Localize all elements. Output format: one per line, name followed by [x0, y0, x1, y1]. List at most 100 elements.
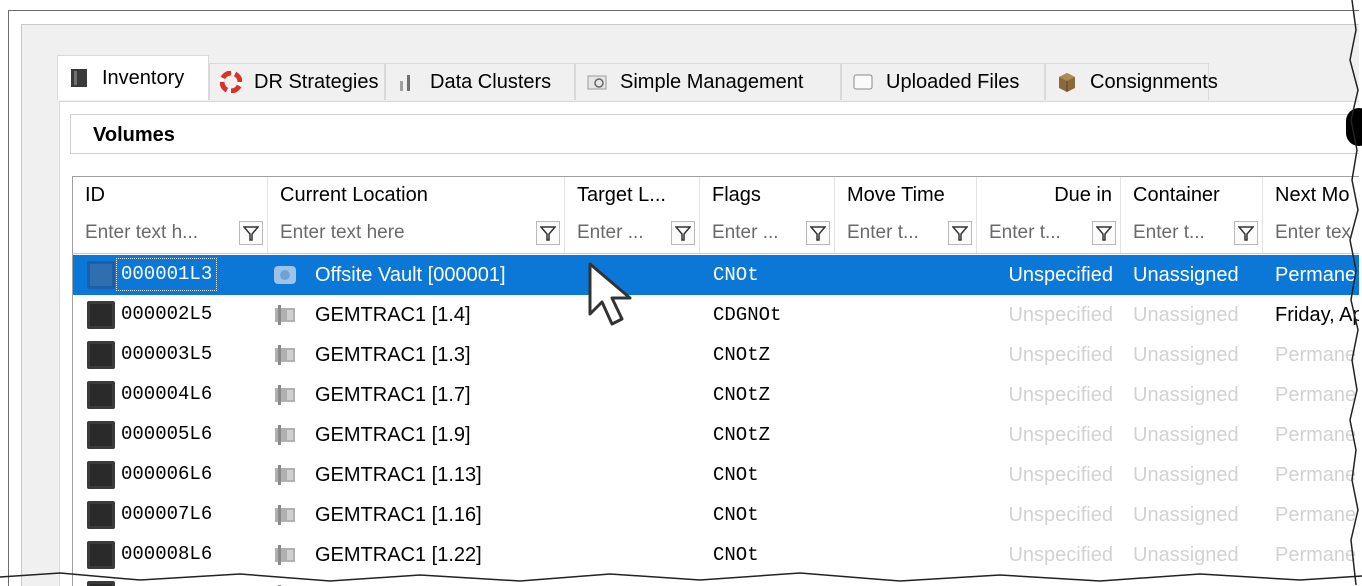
torn-edge-bottom: [0, 572, 1362, 582]
filter-funnel-icon[interactable]: [239, 221, 263, 245]
cell-flags: CNOt: [713, 504, 759, 526]
cell-target: [577, 495, 697, 535]
cell-container: Unassigned: [1133, 264, 1239, 286]
tab-data-clusters[interactable]: Data Clusters: [385, 63, 575, 100]
cell-flags: CDGNOt: [713, 304, 782, 326]
table-row[interactable]: 000005L6 GEMTRAC1 [1.9] CNOtZ Unspecified Un…: [73, 415, 1359, 455]
filter-cell-id: Enter text h...: [73, 213, 268, 253]
cell-id: 000007L6: [73, 495, 268, 535]
cell-move-time: [847, 255, 975, 295]
mouse-cursor-icon: [588, 262, 632, 326]
volume-id: 000005L6: [121, 423, 213, 445]
cell-id: 000005L6: [73, 415, 268, 455]
filter-input[interactable]: Enter ...: [712, 213, 779, 253]
inventory-icon: [68, 67, 90, 89]
cell-container: Unassigned: [1133, 384, 1239, 406]
tab-consignments[interactable]: Consignments: [1045, 63, 1218, 100]
filter-input[interactable]: Enter text here: [280, 213, 405, 253]
column-header-flags[interactable]: Flags: [700, 177, 835, 213]
tab-uploaded-files[interactable]: Uploaded Files: [841, 63, 1045, 100]
filter-cell-container: Enter t...: [1121, 213, 1263, 253]
column-header-due-in[interactable]: Due in: [977, 177, 1121, 213]
table-row[interactable]: 000004L6 GEMTRAC1 [1.7] CNOtZ Unspecified Un…: [73, 375, 1359, 415]
filter-cell-location: Enter text here: [268, 213, 565, 253]
tab-inventory[interactable]: Inventory: [57, 55, 209, 100]
volume-id: 000001L3: [115, 258, 218, 291]
tab-label: Data Clusters: [430, 70, 552, 93]
cell-move-time: [847, 335, 975, 375]
cell-location: GEMTRAC1 [1.4]: [315, 304, 471, 326]
cell-flags: CNOtZ: [713, 424, 771, 446]
simple-management-icon: [586, 71, 608, 93]
tab-dr-strategies[interactable]: DR Strategies: [209, 63, 385, 100]
column-header-location[interactable]: Current Location: [268, 177, 565, 213]
filter-cell-next: Enter tex: [1263, 213, 1359, 253]
cell-target: [577, 535, 697, 575]
application-window: Inventory DR Strategies Data Clusters Si…: [8, 10, 1359, 586]
cell-move-time: [847, 535, 975, 575]
filter-input[interactable]: Enter t...: [847, 213, 919, 253]
cell-location: GEMTRAC1 [1.9]: [315, 424, 471, 446]
table-row[interactable]: 000001L3 Offsite Vault [000001] CNOt Unspec…: [73, 255, 1359, 295]
filter-funnel-icon[interactable]: [536, 221, 560, 245]
filter-funnel-icon[interactable]: [806, 221, 830, 245]
cell-move-time: [847, 455, 975, 495]
tab-content: Volumes ID Current Location Target L... Fla…: [59, 101, 1359, 586]
cell-location: GEMTRAC1 [1.13]: [315, 464, 482, 486]
lifebuoy-icon: [219, 70, 243, 94]
data-clusters-icon: [396, 71, 418, 93]
cell-flags: CNOt: [713, 544, 759, 566]
filter-input[interactable]: Enter tex: [1275, 213, 1351, 253]
tape-library-icon: [273, 384, 297, 406]
vault-icon: [273, 264, 297, 286]
cell-container: Unassigned: [1133, 424, 1239, 446]
filter-row: Enter text h... Enter text here Enter ... E…: [73, 213, 1359, 254]
volume-id: 000002L5: [121, 303, 213, 325]
cell-due-in: Unspecified: [1008, 344, 1113, 366]
tape-library-icon: [273, 504, 297, 526]
cell-move-time: [847, 495, 975, 535]
column-header-next[interactable]: Next Mo: [1263, 177, 1359, 213]
filter-input[interactable]: Enter t...: [989, 213, 1061, 253]
cell-flags: CNOtZ: [713, 344, 771, 366]
cell-container: Unassigned: [1133, 304, 1239, 326]
cell-move-time: [847, 375, 975, 415]
table-row[interactable]: 000007L6 GEMTRAC1 [1.16] CNOt Unspecified Un…: [73, 495, 1359, 535]
volume-id: 000004L6: [121, 383, 213, 405]
filter-funnel-icon[interactable]: [948, 221, 972, 245]
column-header-id[interactable]: ID: [73, 177, 268, 213]
table-row[interactable]: 000002L5 GEMTRAC1 [1.4] CDGNOt Unspecified U…: [73, 295, 1359, 335]
column-header-move-time[interactable]: Move Time: [835, 177, 977, 213]
column-header-container[interactable]: Container: [1121, 177, 1263, 213]
cell-flags: CNOt: [713, 264, 759, 286]
column-header-target[interactable]: Target L...: [565, 177, 700, 213]
filter-funnel-icon[interactable]: [1092, 221, 1116, 245]
cell-id: 000006L6: [73, 455, 268, 495]
filter-cell-flags: Enter ...: [700, 213, 835, 253]
cell-move-time: [847, 415, 975, 455]
filter-cell-move-time: Enter t...: [835, 213, 977, 253]
cell-location: GEMTRAC1 [1.3]: [315, 344, 471, 366]
tape-library-icon: [273, 424, 297, 446]
filter-input[interactable]: Enter ...: [577, 213, 644, 253]
tape-library-icon: [273, 464, 297, 486]
volumes-grid[interactable]: ID Current Location Target L... Flags Move T…: [72, 176, 1359, 586]
filter-funnel-icon[interactable]: [671, 221, 695, 245]
filter-funnel-icon[interactable]: [1234, 221, 1258, 245]
uploaded-files-icon: [852, 71, 874, 93]
cell-location: GEMTRAC1 [1.22]: [315, 544, 482, 566]
cell-flags: CNOtZ: [713, 384, 771, 406]
filter-input[interactable]: Enter t...: [1133, 213, 1205, 253]
tab-label: Inventory: [102, 66, 185, 89]
cell-due-in: Unspecified: [1008, 264, 1113, 286]
table-row[interactable]: 000003L5 GEMTRAC1 [1.3] CNOtZ Unspecified Un…: [73, 335, 1359, 375]
table-row[interactable]: 000006L6 GEMTRAC1 [1.13] CNOt Unspecified Un…: [73, 455, 1359, 495]
cell-location: GEMTRAC1 [1.7]: [315, 384, 471, 406]
tape-library-icon: [273, 304, 297, 326]
volume-id: 000006L6: [121, 463, 213, 485]
tab-simple-management[interactable]: Simple Management: [575, 63, 841, 100]
tape-library-icon: [273, 344, 297, 366]
table-row[interactable]: 000008L6 GEMTRAC1 [1.22] CNOt Unspecified Un…: [73, 535, 1359, 575]
tab-label: Simple Management: [620, 70, 804, 93]
filter-input[interactable]: Enter text h...: [85, 213, 198, 253]
